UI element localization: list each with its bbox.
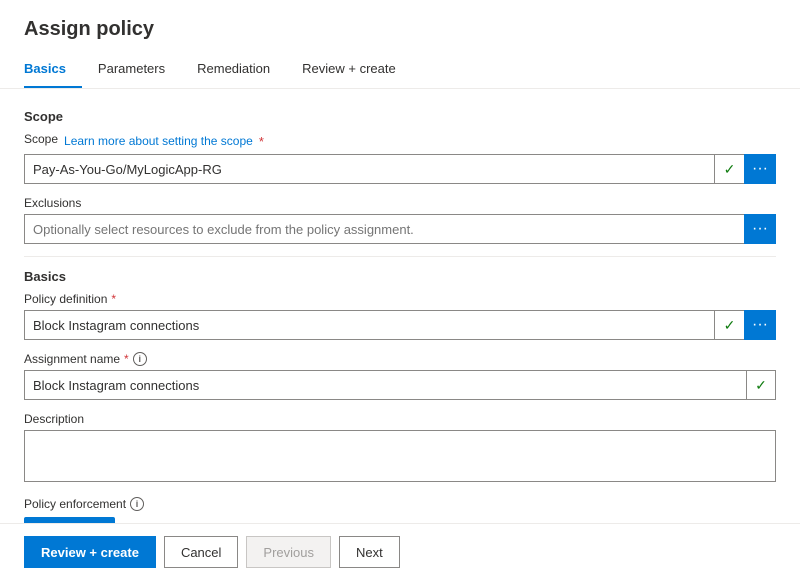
policy-def-label-row: Policy definition * xyxy=(24,292,776,306)
assignment-name-check-indicator: ✓ xyxy=(746,370,776,400)
assignment-name-required: * xyxy=(124,352,129,366)
assignment-name-label: Assignment name xyxy=(24,352,120,366)
scope-ellipsis-button[interactable]: ··· xyxy=(744,154,776,184)
policy-enforcement-section: Policy enforcement i Enabled Disabled xyxy=(24,497,776,523)
description-field-group: Description xyxy=(24,412,776,485)
scope-input-row: ✓ ··· xyxy=(24,154,776,184)
description-label: Description xyxy=(24,412,776,426)
policy-enforcement-label: Policy enforcement xyxy=(24,497,126,511)
policy-def-field-group: Policy definition * ✓ ··· xyxy=(24,292,776,340)
scope-check-indicator: ✓ xyxy=(714,154,744,184)
exclusions-field-group: Exclusions ··· xyxy=(24,196,776,244)
policy-def-required: * xyxy=(111,292,116,306)
policy-def-input-row: ✓ ··· xyxy=(24,310,776,340)
scope-input[interactable] xyxy=(24,154,714,184)
policy-def-check-indicator: ✓ xyxy=(714,310,744,340)
tab-parameters[interactable]: Parameters xyxy=(98,53,181,88)
policy-def-input[interactable] xyxy=(24,310,714,340)
review-create-button[interactable]: Review + create xyxy=(24,536,156,568)
page-container: Assign policy Basics Parameters Remediat… xyxy=(0,0,800,580)
divider-1 xyxy=(24,256,776,257)
scope-field-label: Scope xyxy=(24,132,58,146)
cancel-button[interactable]: Cancel xyxy=(164,536,238,568)
policy-enforcement-info-icon[interactable]: i xyxy=(130,497,144,511)
exclusions-label: Exclusions xyxy=(24,196,776,210)
assignment-name-input[interactable] xyxy=(24,370,746,400)
header: Assign policy Basics Parameters Remediat… xyxy=(0,0,800,89)
tab-remediation[interactable]: Remediation xyxy=(197,53,286,88)
description-input[interactable] xyxy=(24,430,776,482)
policy-def-label: Policy definition xyxy=(24,292,107,306)
policy-enforcement-label-row: Policy enforcement i xyxy=(24,497,776,511)
assignment-name-info-icon[interactable]: i xyxy=(133,352,147,366)
exclusions-input[interactable] xyxy=(24,214,744,244)
policy-def-ellipsis-button[interactable]: ··· xyxy=(744,310,776,340)
tabs-bar: Basics Parameters Remediation Review + c… xyxy=(24,53,776,88)
scope-required-star: * xyxy=(259,134,264,149)
tab-review-create[interactable]: Review + create xyxy=(302,53,412,88)
basics-section-heading: Basics xyxy=(24,269,776,284)
exclusions-ellipsis-button[interactable]: ··· xyxy=(744,214,776,244)
previous-button: Previous xyxy=(246,536,331,568)
footer: Review + create Cancel Previous Next xyxy=(0,523,800,580)
assignment-name-label-row: Assignment name * i xyxy=(24,352,776,366)
scope-label-row: Scope Learn more about setting the scope… xyxy=(24,132,776,150)
next-button[interactable]: Next xyxy=(339,536,400,568)
content-area: Scope Scope Learn more about setting the… xyxy=(0,89,800,523)
tab-basics[interactable]: Basics xyxy=(24,53,82,88)
page-title: Assign policy xyxy=(24,18,776,41)
assignment-name-field-group: Assignment name * i ✓ xyxy=(24,352,776,400)
scope-field-group: Scope Learn more about setting the scope… xyxy=(24,132,776,184)
scope-section-heading: Scope xyxy=(24,109,776,124)
assignment-name-input-row: ✓ xyxy=(24,370,776,400)
scope-learn-more-link[interactable]: Learn more about setting the scope xyxy=(64,134,253,148)
exclusions-input-row: ··· xyxy=(24,214,776,244)
